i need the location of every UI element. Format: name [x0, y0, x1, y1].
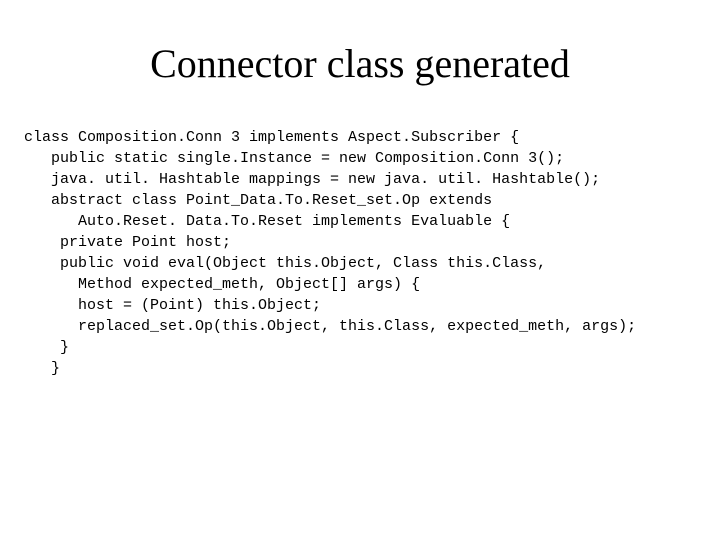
code-block: class Composition.Conn 3 implements Aspe…: [24, 127, 700, 379]
slide: Connector class generated class Composit…: [0, 0, 720, 540]
slide-title: Connector class generated: [20, 40, 700, 87]
